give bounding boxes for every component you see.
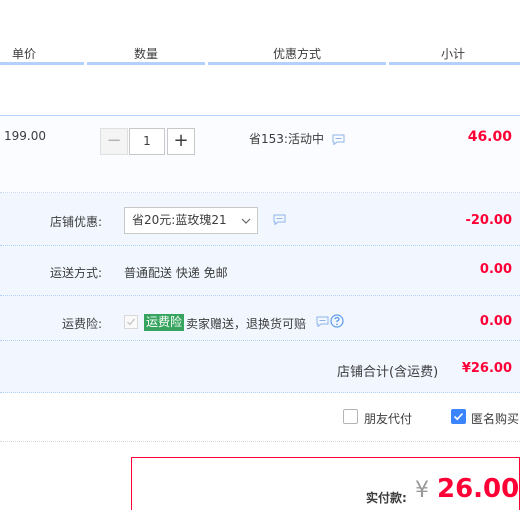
insurance-label: 运费险: <box>61 317 102 331</box>
anonymous-label[interactable]: 匿名购买 <box>471 410 519 427</box>
item-row <box>0 115 520 193</box>
anonymous-checkbox[interactable] <box>451 409 466 424</box>
shop-total-value: ¥26.00 <box>461 361 512 376</box>
divider <box>0 295 520 296</box>
quantity-input[interactable]: 1 <box>129 128 165 155</box>
payment-label: 实付款: <box>366 491 407 505</box>
header-subtotal: 小计 <box>441 47 466 61</box>
payment-amount: 26.00 <box>437 474 520 504</box>
header-unit-price: 单价 <box>12 47 37 61</box>
shop-coupon-select[interactable]: 省20元:蓝玫瑰21 <box>124 207 258 234</box>
shipping-value: 普通配送 快递 免邮 <box>124 266 228 280</box>
insurance-text: 卖家赠送，退换货可赔 <box>186 317 307 331</box>
message-icon[interactable] <box>332 134 345 145</box>
header-underline <box>87 62 205 65</box>
header-discount: 优惠方式 <box>273 47 322 61</box>
check-icon <box>127 318 136 326</box>
shop-coupon-label: 店铺优惠: <box>49 215 102 229</box>
divider <box>0 392 520 393</box>
divider <box>0 245 520 246</box>
help-icon[interactable] <box>330 314 344 328</box>
check-icon <box>453 412 464 421</box>
divider <box>0 340 520 341</box>
insurance-badge: 运费险 <box>144 314 185 331</box>
friend-pay-label[interactable]: 朋友代付 <box>364 410 412 427</box>
message-icon[interactable] <box>273 214 286 225</box>
item-subtotal: 46.00 <box>467 129 512 145</box>
item-unit-price: 199.00 <box>4 129 46 143</box>
payment-currency: ¥ <box>415 478 429 503</box>
insurance-amount: 0.00 <box>479 314 512 329</box>
shop-coupon-amount: -20.00 <box>465 213 512 228</box>
item-promo: 省153:活动中 <box>249 132 324 146</box>
shipping-label: 运送方式: <box>49 266 102 280</box>
shop-total-label: 店铺合计(含运费) <box>337 365 439 380</box>
insurance-checkbox <box>124 315 138 329</box>
header-underline <box>208 62 386 65</box>
quantity-increase-button[interactable]: + <box>167 128 195 155</box>
message-icon[interactable] <box>316 316 329 327</box>
shipping-amount: 0.00 <box>479 262 512 277</box>
header-underline <box>0 62 84 65</box>
friend-pay-checkbox[interactable] <box>343 409 358 424</box>
shop-coupon-selected: 省20元:蓝玫瑰21 <box>132 213 227 227</box>
divider <box>0 441 520 442</box>
chevron-down-icon <box>241 218 251 224</box>
quantity-decrease-button[interactable]: − <box>100 128 128 155</box>
header-quantity: 数量 <box>134 47 159 61</box>
header-underline <box>389 62 520 65</box>
